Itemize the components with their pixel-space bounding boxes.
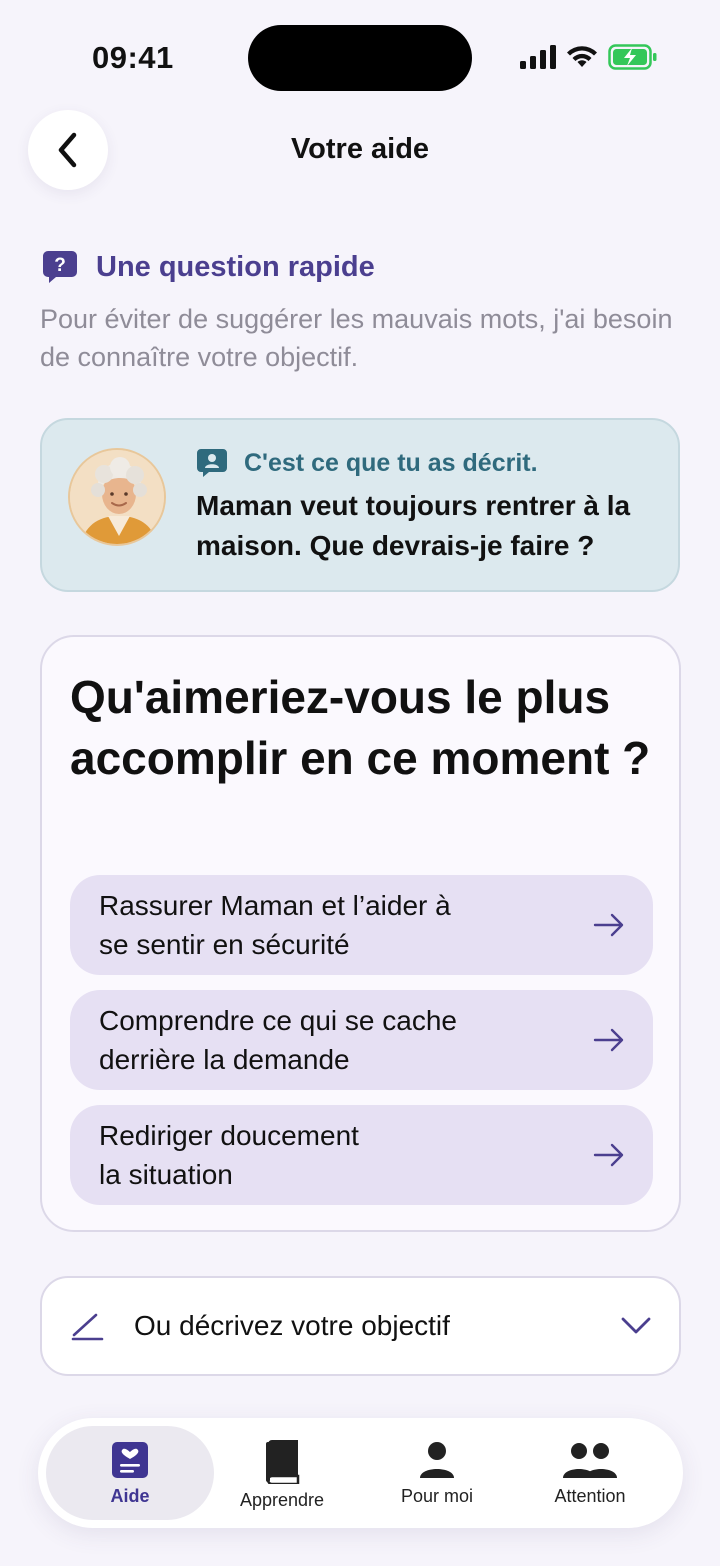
page-title: Votre aide — [290, 133, 430, 165]
cellular-signal-icon — [520, 45, 556, 69]
arrow-right-icon — [593, 913, 624, 937]
tab-label: Apprendre — [239, 1490, 325, 1510]
described-text: Maman veut toujours rentrer à la maison.… — [196, 490, 631, 561]
quick-question-description: Pour éviter de suggérer les mauvais mots… — [40, 304, 673, 372]
book-icon — [266, 1440, 300, 1484]
tab-aide[interactable]: Aide — [46, 1426, 214, 1520]
option-label: Rediriger doucement la situation — [99, 1120, 359, 1190]
arrow-right-icon — [593, 1028, 624, 1052]
described-label-row: C'est ce que tu as décrit. — [196, 448, 538, 478]
tab-attention[interactable]: Attention — [506, 1426, 674, 1520]
option-label: Comprendre ce qui se cache derrière la de… — [99, 1005, 457, 1075]
dynamic-island — [248, 25, 472, 91]
tab-bar: Aide Apprendre Pour moi Attention — [38, 1418, 683, 1528]
status-icons — [520, 44, 658, 70]
tab-label: Attention — [554, 1486, 626, 1506]
objective-dropdown[interactable]: Ou décrivez votre objectif — [40, 1276, 681, 1376]
option-redirect[interactable]: Rediriger doucement la situation — [70, 1105, 653, 1205]
option-reassure[interactable]: Rassurer Maman et l’aider à se sentir en … — [70, 875, 653, 975]
described-label: C'est ce que tu as décrit. — [244, 448, 538, 477]
tab-pour-moi[interactable]: Pour moi — [353, 1426, 521, 1520]
person-icon — [420, 1442, 454, 1478]
described-situation-card: C'est ce que tu as décrit. Maman veut to… — [40, 418, 680, 592]
quick-question-title: Une question rapide — [96, 250, 375, 283]
grandmother-avatar-icon — [70, 450, 164, 544]
chevron-down-icon — [621, 1317, 651, 1334]
help-card-icon — [112, 1442, 148, 1478]
battery-charging-icon — [608, 44, 657, 70]
status-time: 09:41 — [92, 40, 174, 75]
arrow-right-icon — [593, 1143, 624, 1167]
wifi-icon — [567, 46, 597, 67]
question-title: Qu'aimeriez-vous le plus accomplir en ce… — [70, 671, 651, 784]
avatar — [68, 448, 166, 546]
person-bubble-icon — [197, 449, 227, 477]
option-label: Rassurer Maman et l’aider à se sentir en … — [99, 890, 451, 960]
tab-label: Aide — [110, 1486, 150, 1506]
tab-label: Pour moi — [400, 1486, 474, 1506]
pencil-icon — [71, 1313, 104, 1341]
quick-question-header: ? Une question rapide — [42, 250, 375, 284]
question-card: Qu'aimeriez-vous le plus accomplir en ce… — [40, 635, 681, 1232]
svg-text:?: ? — [54, 255, 66, 276]
question-bubble-icon: ? — [43, 251, 77, 283]
tab-apprendre[interactable]: Apprendre — [198, 1426, 366, 1520]
objective-label: Ou décrivez votre objectif — [134, 1310, 450, 1341]
group-icon — [563, 1443, 617, 1478]
option-understand[interactable]: Comprendre ce qui se cache derrière la de… — [70, 990, 653, 1090]
